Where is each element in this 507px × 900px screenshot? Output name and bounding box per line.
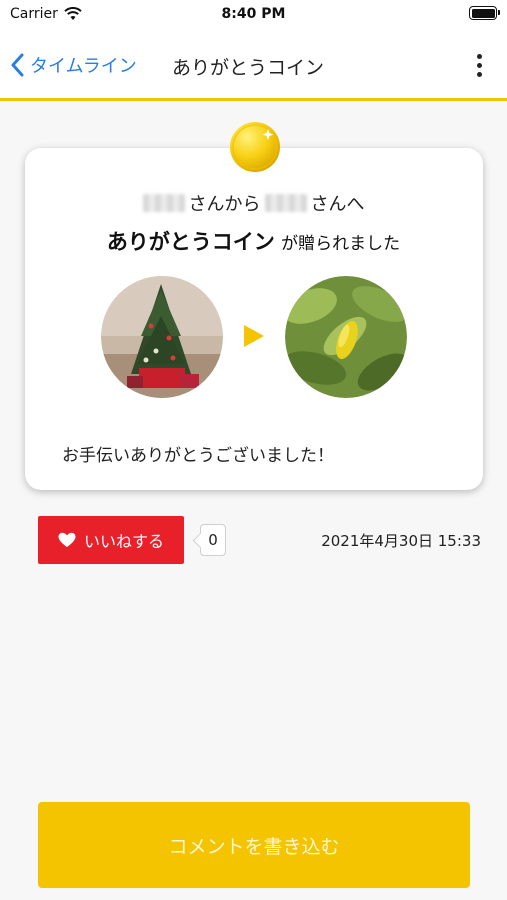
receiver-suffix: さんへ [310,194,365,215]
sender-suffix: さんから [188,194,261,215]
sender-receiver-line: さんから さんへ [0,190,507,216]
heart-icon [58,532,76,547]
page-title: ありがとうコイン [172,57,325,79]
status-time: 8:40 PM [221,6,286,22]
coin-name: ありがとうコイン [106,230,275,254]
write-comment-button[interactable]: コメントを書き込む [38,802,470,888]
like-count-bubble: 0 [200,524,226,556]
gifted-text: が贈られました [281,234,401,254]
receiver-name-redacted [264,194,307,212]
coin-message: お手伝いありがとうございました！ [62,446,334,466]
timestamp: 2021年4月30日 15:33 [321,532,481,550]
coin-gift-title: ありがとうコイン が贈られました [0,226,507,256]
more-vertical-icon[interactable] [469,50,489,80]
chevron-left-icon [11,53,24,77]
coin-icon [230,122,280,172]
arrow-right-icon [244,325,264,347]
sender-avatar[interactable] [101,276,223,398]
like-button-label: いいねする [83,532,164,551]
battery-icon [469,6,500,20]
sender-name-redacted [142,194,185,212]
back-button[interactable]: タイムライン [10,50,137,80]
status-bar: Carrier 8:40 PM [0,0,507,30]
receiver-avatar[interactable] [285,276,407,398]
like-button[interactable]: いいねする [38,516,184,564]
back-button-label: タイムライン [30,56,137,77]
navigation-bar: タイムライン ありがとうコイン [0,30,507,101]
